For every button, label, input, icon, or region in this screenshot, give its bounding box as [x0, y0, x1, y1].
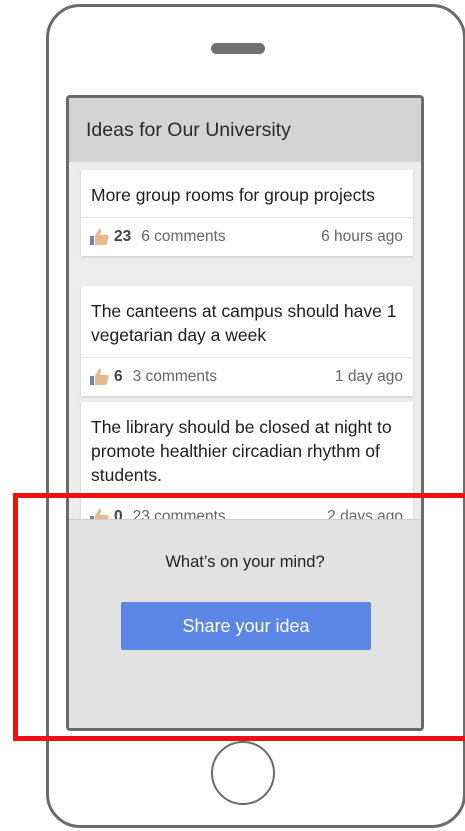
app-title: Ideas for Our University	[86, 118, 291, 141]
thumbs-up-icon[interactable]	[90, 368, 110, 386]
vote-count: 0	[114, 508, 123, 519]
ideas-feed[interactable]: More group rooms for group projects 23 6…	[69, 162, 421, 519]
share-idea-button[interactable]: Share your idea	[121, 602, 371, 650]
composer-prompt: What’s on your mind?	[165, 553, 325, 571]
thumbs-up-icon[interactable]	[90, 508, 110, 519]
idea-title: The canteens at campus should have 1 veg…	[91, 301, 397, 345]
composer-panel: What’s on your mind? Share your idea	[69, 519, 421, 728]
thumbs-up-icon[interactable]	[90, 228, 110, 246]
posted-time: 6 hours ago	[321, 228, 403, 245]
comment-count[interactable]: 3 comments	[133, 368, 335, 386]
vote-count: 23	[114, 228, 132, 245]
phone-speaker	[211, 43, 265, 54]
app-header: Ideas for Our University	[69, 98, 421, 162]
idea-card[interactable]: The library should be closed at night to…	[81, 402, 413, 519]
posted-time: 1 day ago	[334, 368, 403, 385]
vote-count: 6	[114, 368, 123, 385]
idea-title: The library should be closed at night to…	[91, 417, 392, 485]
phone-screen: Ideas for Our University More group room…	[66, 95, 424, 731]
home-button[interactable]	[211, 741, 275, 805]
idea-meta: 6 3 comments 1 day ago	[81, 357, 413, 396]
idea-meta: 23 6 comments 6 hours ago	[81, 217, 413, 256]
idea-meta: 0 23 comments 2 days ago	[81, 497, 413, 519]
idea-card[interactable]: More group rooms for group projects 23 6…	[81, 170, 413, 256]
posted-time: 2 days ago	[327, 508, 403, 519]
comment-count[interactable]: 23 comments	[133, 508, 328, 519]
comment-count[interactable]: 6 comments	[141, 228, 321, 246]
idea-card[interactable]: The canteens at campus should have 1 veg…	[81, 286, 413, 396]
idea-title: More group rooms for group projects	[91, 185, 376, 205]
